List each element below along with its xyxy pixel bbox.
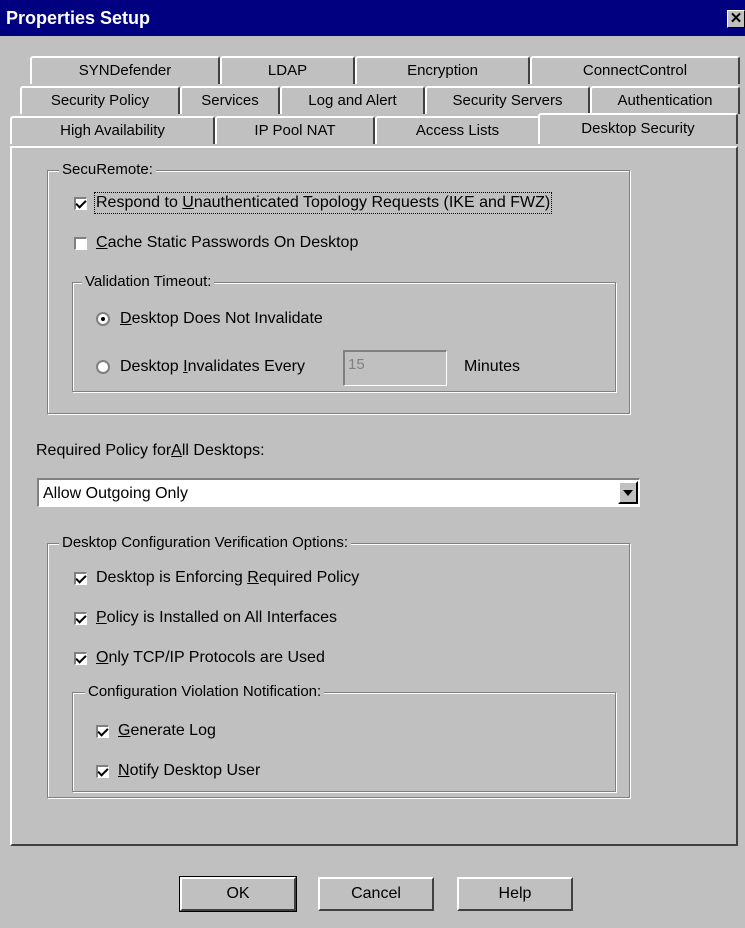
tab-label: ConnectControl (582, 62, 688, 79)
tab-label: SYNDefender (78, 62, 172, 79)
radio-invalidates-every[interactable]: Desktop Invalidates Every (96, 358, 305, 376)
cancel-button[interactable]: Cancel (318, 877, 434, 911)
dropdown-button[interactable] (618, 481, 638, 504)
generate-log-label: Generate Log (118, 722, 216, 739)
tab-services[interactable]: Services (180, 86, 280, 114)
tab-desktop-security[interactable]: Desktop Security (538, 113, 738, 144)
tab-access-lists[interactable]: Access Lists (375, 116, 540, 144)
tab-label: Security Policy (50, 92, 150, 109)
tab-label: IP Pool NAT (254, 122, 336, 139)
tab-security-servers[interactable]: Security Servers (425, 86, 590, 114)
tab-label: Security Servers (452, 92, 563, 109)
radio-dot (96, 360, 110, 374)
checkbox-box (74, 236, 87, 250)
close-icon: ✕ (729, 10, 743, 27)
notify-user-checkbox[interactable]: Notify Desktop User (96, 762, 260, 780)
checkbox-box (74, 571, 87, 585)
validation-timeout-legend: Validation Timeout: (82, 273, 215, 291)
verification-legend: Desktop Configuration Verification Optio… (59, 534, 351, 552)
tab-encryption[interactable]: Encryption (355, 56, 530, 84)
help-button[interactable]: Help (457, 877, 573, 911)
tab-high-availability[interactable]: High Availability (10, 116, 215, 144)
required-policy-value: Allow Outgoing Only (43, 485, 188, 502)
radio-dot (96, 312, 110, 326)
tab-connectcontrol[interactable]: ConnectControl (530, 56, 740, 84)
not-invalidate-label: Desktop Does Not Invalidate (120, 310, 323, 327)
enforcing-policy-checkbox[interactable]: Desktop is Enforcing Required Policy (74, 569, 359, 587)
notification-legend: Configuration Violation Notification: (85, 683, 325, 701)
chevron-down-icon (623, 490, 633, 496)
tab-security-policy[interactable]: Security Policy (20, 86, 180, 114)
tab-label: Authentication (617, 92, 713, 109)
installed-all-interfaces-checkbox[interactable]: Policy is Installed on All Interfaces (74, 609, 337, 627)
tab-label: Log and Alert (308, 92, 397, 109)
tab-syndefender[interactable]: SYNDefender (30, 56, 220, 84)
notify-user-label: Notify Desktop User (118, 762, 261, 779)
installed-all-interfaces-label: Policy is Installed on All Interfaces (96, 609, 338, 626)
checkbox-box (96, 724, 109, 738)
close-button[interactable]: ✕ (727, 10, 745, 28)
enforcing-policy-label: Desktop is Enforcing Required Policy (96, 569, 360, 586)
tab-authentication[interactable]: Authentication (590, 86, 740, 114)
tab-log-and-alert[interactable]: Log and Alert (280, 86, 425, 114)
tab-label: Encryption (407, 62, 478, 79)
respond-topology-checkbox[interactable]: Respond to Unauthenticated Topology Requ… (74, 192, 553, 214)
title-bar: Properties Setup ✕ (0, 0, 745, 36)
minutes-label: Minutes (464, 358, 521, 375)
window-title: Properties Setup (6, 8, 151, 28)
tab-label: Services (201, 92, 259, 109)
tcpip-only-label: Only TCP/IP Protocols are Used (96, 649, 325, 666)
checkbox-box (74, 196, 87, 210)
cache-passwords-checkbox[interactable]: Cache Static Passwords On Desktop (74, 234, 358, 252)
tab-label: High Availability (60, 122, 165, 139)
generate-log-checkbox[interactable]: Generate Log (96, 722, 216, 740)
checkbox-box (74, 611, 87, 625)
tcpip-only-checkbox[interactable]: Only TCP/IP Protocols are Used (74, 649, 325, 667)
cache-passwords-label: Cache Static Passwords On Desktop (96, 234, 359, 251)
tab-label: Access Lists (415, 122, 500, 139)
tab-panel-desktop-security: SecuRemote: Respond to Unauthenticated T… (10, 146, 738, 846)
tab-ldap[interactable]: LDAP (220, 56, 355, 84)
invalidates-every-label: Desktop Invalidates Every (120, 358, 305, 375)
checkbox-box (96, 764, 109, 778)
respond-topology-label: Respond to Unauthenticated Topology Requ… (93, 192, 553, 214)
required-policy-label: Required Policy for All Desktops: (36, 442, 265, 459)
checkbox-box (74, 651, 87, 665)
tab-ip-pool-nat[interactable]: IP Pool NAT (215, 116, 375, 144)
ok-button[interactable]: OK (179, 876, 297, 912)
tab-label: LDAP (267, 62, 308, 79)
radio-not-invalidate[interactable]: Desktop Does Not Invalidate (96, 310, 323, 328)
required-policy-select[interactable]: Allow Outgoing Only (37, 478, 640, 507)
tab-label: Desktop Security (581, 120, 695, 137)
timeout-minutes-input[interactable]: 15 (343, 350, 447, 386)
securemote-legend: SecuRemote: (59, 161, 156, 179)
